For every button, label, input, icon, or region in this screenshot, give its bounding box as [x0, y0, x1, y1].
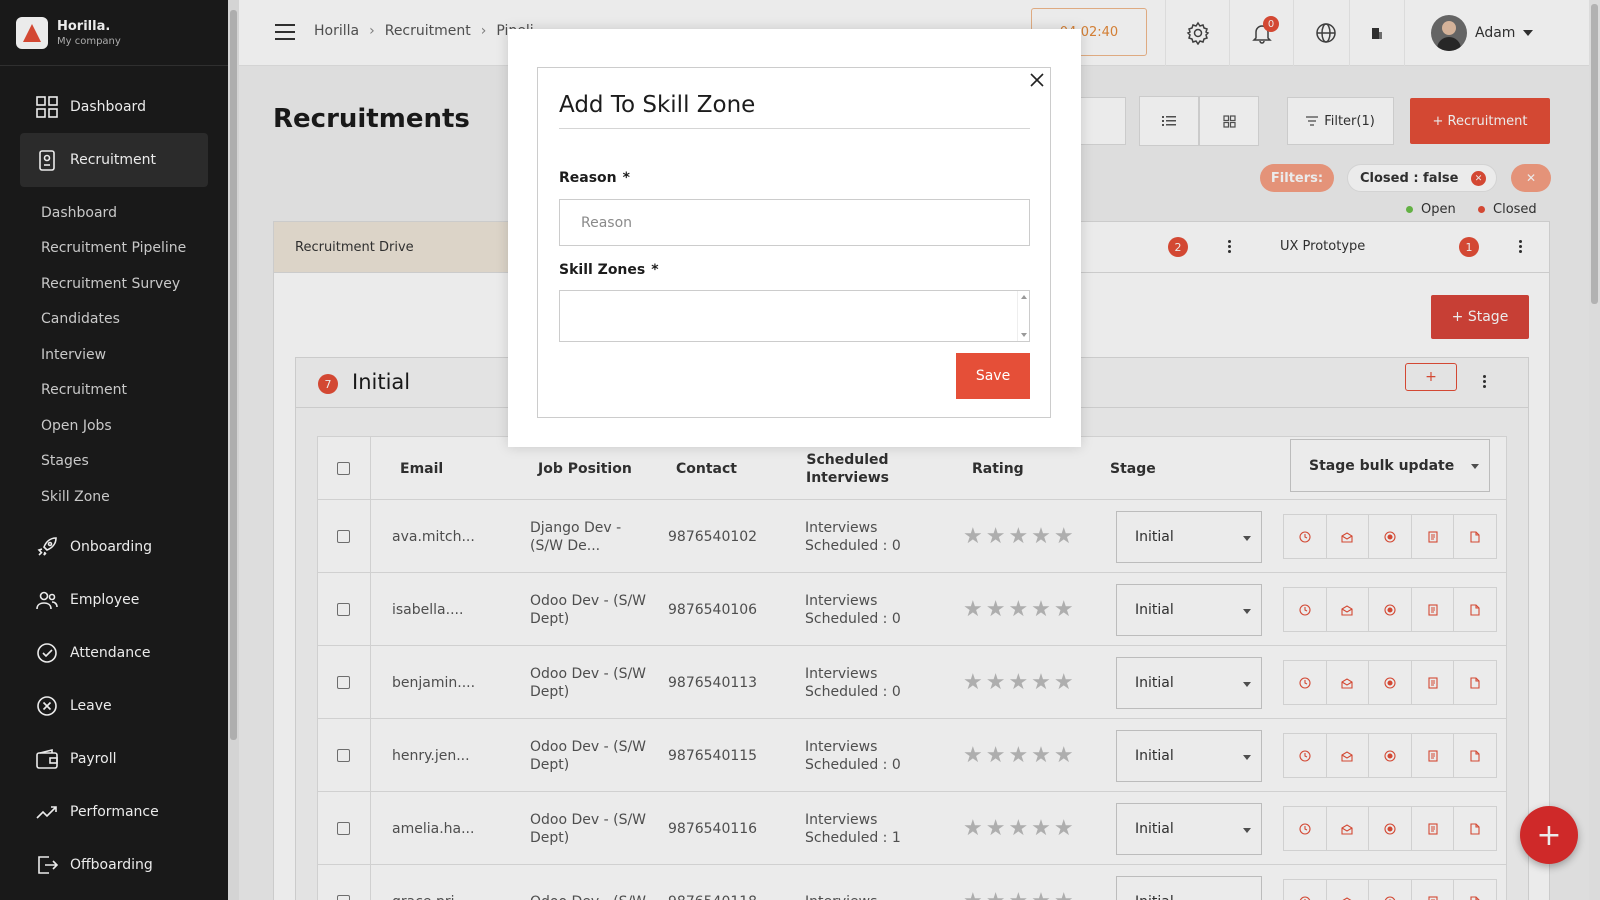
modal-divider	[559, 128, 1030, 129]
modal-title: Add To Skill Zone	[559, 92, 756, 118]
add-to-skill-zone-modal: Add To Skill Zone Reason* Skill Zones* S…	[508, 29, 1081, 447]
skill-zones-label: Skill Zones *	[559, 262, 659, 278]
skill-zones-select[interactable]	[559, 290, 1030, 342]
modal-close-button[interactable]	[1029, 72, 1045, 88]
reason-label: Reason *	[559, 170, 630, 186]
modal-form: Add To Skill Zone Reason* Skill Zones* S…	[537, 67, 1051, 418]
skill-zones-scrollbar[interactable]	[1017, 291, 1029, 341]
save-button[interactable]: Save	[956, 353, 1030, 399]
close-icon	[1030, 73, 1044, 87]
reason-input[interactable]	[559, 199, 1030, 246]
